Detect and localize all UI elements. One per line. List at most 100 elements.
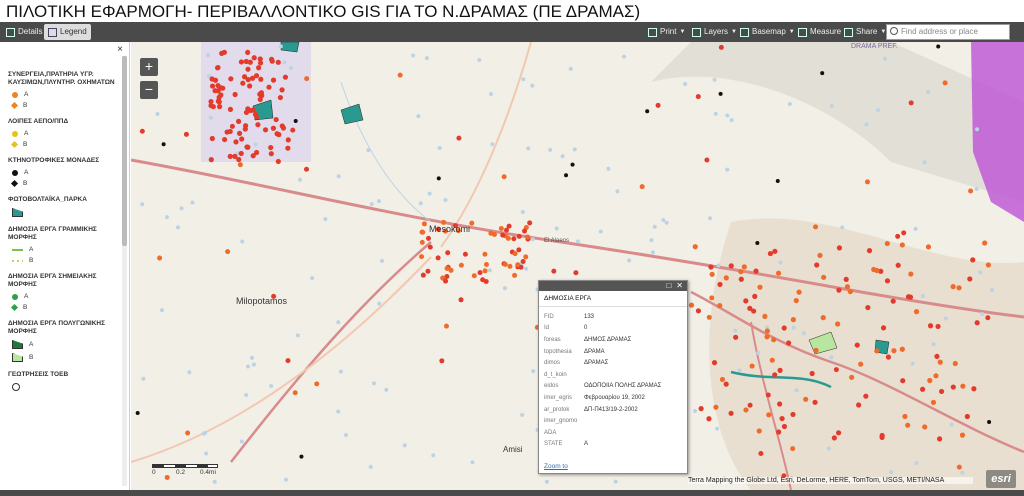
point-feature[interactable] xyxy=(713,404,719,410)
point-feature[interactable] xyxy=(280,125,287,131)
point-feature[interactable] xyxy=(232,91,238,98)
point-feature[interactable] xyxy=(484,261,490,267)
point-feature[interactable] xyxy=(135,411,140,416)
legend-button[interactable]: Legend xyxy=(44,24,91,40)
point-feature[interactable] xyxy=(490,142,495,147)
point-feature[interactable] xyxy=(229,123,235,129)
point-feature[interactable] xyxy=(240,239,245,244)
point-feature[interactable] xyxy=(462,251,468,257)
point-feature[interactable] xyxy=(336,174,341,179)
point-feature[interactable] xyxy=(259,93,265,99)
point-feature[interactable] xyxy=(227,128,233,135)
point-feature[interactable] xyxy=(723,381,729,387)
point-feature[interactable] xyxy=(285,137,291,143)
point-feature[interactable] xyxy=(258,76,264,82)
point-feature[interactable] xyxy=(786,340,792,346)
point-feature[interactable] xyxy=(421,221,427,227)
point-feature[interactable] xyxy=(251,362,256,367)
point-feature[interactable] xyxy=(621,54,626,59)
point-feature[interactable] xyxy=(913,309,920,315)
point-feature[interactable] xyxy=(209,135,215,142)
point-feature[interactable] xyxy=(253,142,258,147)
point-feature[interactable] xyxy=(208,115,213,120)
point-feature[interactable] xyxy=(526,146,531,151)
point-feature[interactable] xyxy=(262,127,269,133)
point-feature[interactable] xyxy=(960,383,966,389)
point-feature[interactable] xyxy=(755,241,760,246)
print-button[interactable]: Print ▼ xyxy=(644,24,689,40)
point-feature[interactable] xyxy=(227,153,233,159)
point-feature[interactable] xyxy=(708,264,714,270)
point-feature[interactable] xyxy=(922,160,927,165)
point-feature[interactable] xyxy=(756,350,761,355)
point-feature[interactable] xyxy=(245,144,251,150)
point-feature[interactable] xyxy=(279,87,285,93)
point-feature[interactable] xyxy=(927,377,933,384)
point-feature[interactable] xyxy=(289,66,294,71)
point-feature[interactable] xyxy=(890,298,896,304)
point-feature[interactable] xyxy=(282,74,289,80)
point-feature[interactable] xyxy=(920,294,925,299)
point-feature[interactable] xyxy=(445,250,451,256)
point-feature[interactable] xyxy=(371,381,376,386)
point-feature[interactable] xyxy=(515,262,521,268)
point-feature[interactable] xyxy=(310,276,315,281)
point-feature[interactable] xyxy=(836,245,843,251)
point-feature[interactable] xyxy=(522,228,528,234)
point-feature[interactable] xyxy=(787,102,792,107)
point-feature[interactable] xyxy=(952,360,958,367)
point-feature[interactable] xyxy=(431,453,436,458)
point-feature[interactable] xyxy=(849,374,855,380)
point-feature[interactable] xyxy=(781,423,788,430)
point-feature[interactable] xyxy=(551,268,557,274)
point-feature[interactable] xyxy=(615,189,620,194)
point-feature[interactable] xyxy=(649,238,654,243)
point-feature[interactable] xyxy=(645,109,650,114)
point-feature[interactable] xyxy=(443,278,449,284)
point-feature[interactable] xyxy=(899,242,905,248)
point-feature[interactable] xyxy=(719,376,726,383)
point-feature[interactable] xyxy=(236,130,243,136)
point-feature[interactable] xyxy=(376,199,381,204)
point-feature[interactable] xyxy=(270,125,277,131)
point-feature[interactable] xyxy=(295,333,300,338)
point-feature[interactable] xyxy=(238,150,244,157)
scrollbar-thumb[interactable] xyxy=(122,56,127,246)
point-feature[interactable] xyxy=(242,126,248,132)
point-feature[interactable] xyxy=(560,154,565,159)
point-feature[interactable] xyxy=(982,240,988,246)
point-feature[interactable] xyxy=(304,166,309,172)
point-feature[interactable] xyxy=(956,464,962,470)
point-feature[interactable] xyxy=(752,293,758,299)
point-feature[interactable] xyxy=(938,388,945,395)
point-feature[interactable] xyxy=(243,109,250,116)
point-feature[interactable] xyxy=(964,413,970,420)
point-feature[interactable] xyxy=(244,393,249,398)
point-feature[interactable] xyxy=(933,373,939,379)
point-feature[interactable] xyxy=(245,49,251,56)
point-feature[interactable] xyxy=(753,268,759,274)
close-icon[interactable]: × xyxy=(117,44,123,55)
point-feature[interactable] xyxy=(238,59,245,65)
point-feature[interactable] xyxy=(884,240,890,247)
point-feature[interactable] xyxy=(164,215,169,220)
point-feature[interactable] xyxy=(829,104,834,109)
point-feature[interactable] xyxy=(985,315,991,321)
point-feature[interactable] xyxy=(336,320,341,325)
point-feature[interactable] xyxy=(516,233,522,239)
point-feature[interactable] xyxy=(424,56,429,61)
point-feature[interactable] xyxy=(717,302,723,309)
layers-button[interactable]: Layers ▼ xyxy=(688,24,741,40)
point-feature[interactable] xyxy=(285,358,291,364)
point-feature[interactable] xyxy=(500,232,506,238)
point-feature[interactable] xyxy=(216,104,223,110)
point-feature[interactable] xyxy=(290,127,296,133)
point-feature[interactable] xyxy=(477,58,482,63)
point-feature[interactable] xyxy=(520,412,525,417)
point-feature[interactable] xyxy=(743,407,749,413)
point-feature[interactable] xyxy=(729,118,734,123)
point-feature[interactable] xyxy=(419,254,425,260)
point-feature[interactable] xyxy=(985,262,991,268)
point-feature[interactable] xyxy=(715,426,720,431)
point-feature[interactable] xyxy=(771,337,777,343)
